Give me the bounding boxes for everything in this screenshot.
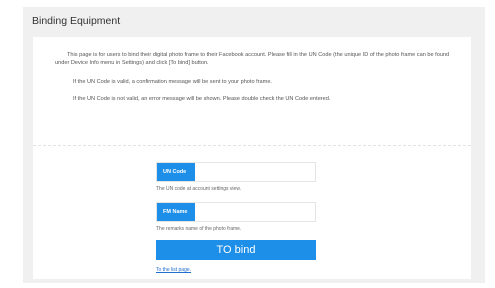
fm-name-label: FM Name <box>157 203 195 221</box>
section-divider <box>33 145 471 146</box>
valid-code-note: If the UN Code is valid, a confirmation … <box>73 79 272 85</box>
un-code-label: UN Code <box>157 163 195 181</box>
to-bind-button[interactable]: TO bind <box>156 240 316 260</box>
instruction-paragraph: This page is for users to bind their dig… <box>55 52 450 66</box>
to-list-page-link[interactable]: To the list page. <box>156 267 191 273</box>
fm-name-hint: The remarks name of the photo frame. <box>156 226 242 232</box>
fm-name-input[interactable] <box>197 205 313 219</box>
instructions-section: This page is for users to bind their dig… <box>33 37 471 147</box>
un-code-input[interactable] <box>197 165 313 179</box>
page-title: Binding Equipment <box>32 15 121 27</box>
un-code-hint: The UN code at account settings view. <box>156 186 242 192</box>
binding-panel: This page is for users to bind their dig… <box>33 37 471 279</box>
un-code-field[interactable]: UN Code <box>156 162 316 182</box>
invalid-code-note: If the UN Code is not valid, an error me… <box>73 96 331 102</box>
fm-name-field[interactable]: FM Name <box>156 202 316 222</box>
binding-equipment-container: Binding Equipment This page is for users… <box>23 7 485 283</box>
